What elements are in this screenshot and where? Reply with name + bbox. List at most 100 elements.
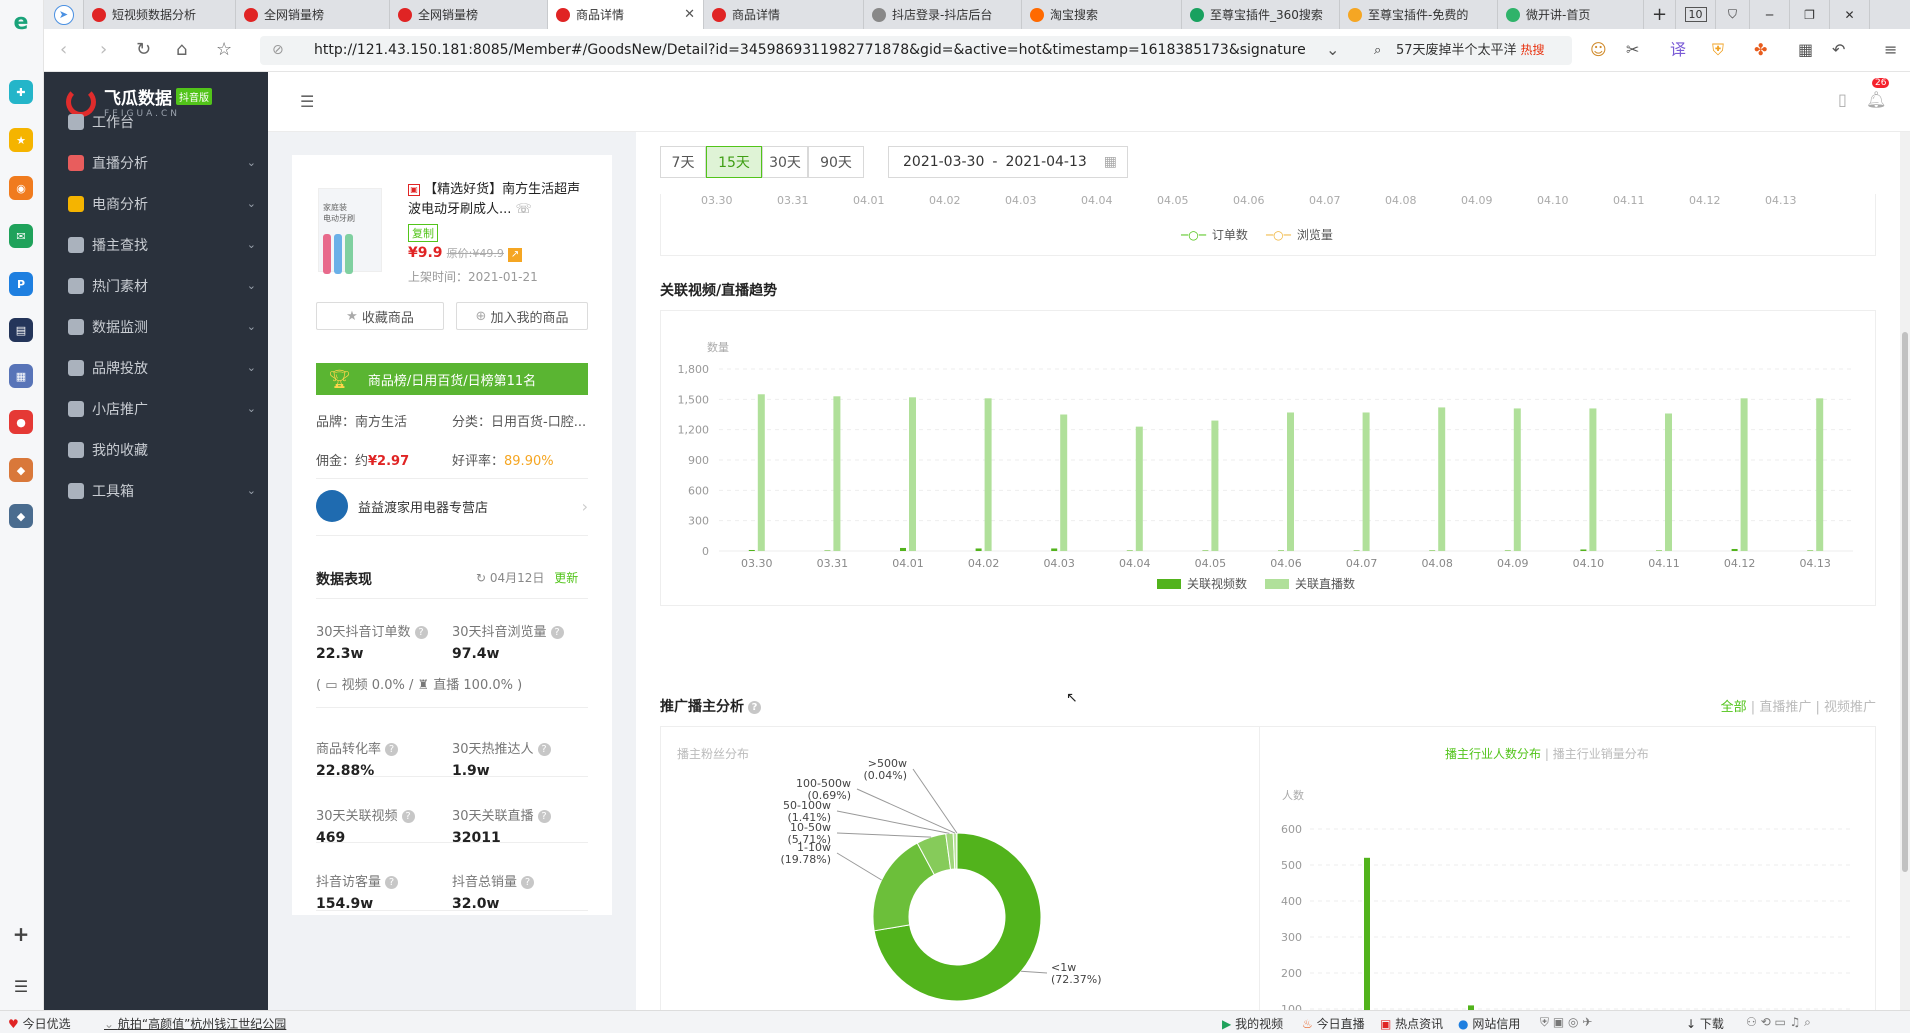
nav-item-9[interactable]: 工具箱 ⌄ xyxy=(44,471,268,511)
bell-icon[interactable]: 🔔︎ xyxy=(1866,90,1886,109)
shop-row[interactable]: 益益渡家用电器专营店 › xyxy=(316,487,588,525)
tab-8[interactable]: 至尊宝插件-免费的 xyxy=(1340,0,1498,29)
nav-item-5[interactable]: 数据监测 ⌄ xyxy=(44,307,268,347)
tab-0[interactable]: 短视频数据分析 xyxy=(84,0,236,29)
url-input[interactable]: ⊘ http://121.43.150.181:8085/Member#/Goo… xyxy=(260,36,1397,65)
avatar-icon[interactable]: ☺ xyxy=(1590,41,1607,59)
ext-doc-icon[interactable]: ▦ xyxy=(9,364,33,388)
rank-banner[interactable]: 🏆︎ 商品榜/日用百货/日榜第11名 xyxy=(316,363,588,395)
translate-icon[interactable]: 译 xyxy=(1670,41,1686,59)
nav-item-2[interactable]: 电商分析 ⌄ xyxy=(44,184,268,224)
add-my-product-button[interactable]: ⊕ 加入我的商品 xyxy=(456,302,588,330)
status-download[interactable]: ↓ 下载 xyxy=(1686,1015,1724,1032)
today-pick[interactable]: ♥ 今日优选 xyxy=(8,1015,71,1032)
search-input[interactable]: ⌕ 57天废掉半个太平洋 热搜 xyxy=(1366,36,1572,65)
new-tab-button[interactable]: + xyxy=(1644,0,1676,29)
filter-live[interactable]: 直播推广 xyxy=(1759,700,1811,715)
menu-icon[interactable]: ≡ xyxy=(1884,41,1897,59)
help-icon[interactable]: ? xyxy=(748,700,761,714)
dropdown-icon[interactable]: ⌄ xyxy=(1326,41,1339,59)
forward-icon[interactable]: › xyxy=(100,41,107,59)
range-3[interactable]: 90天 xyxy=(808,146,864,178)
status-more-icon[interactable]: ⚇ ⟲ ▭ ♫ ⌕ xyxy=(1746,1015,1811,1030)
close-window-button[interactable]: ✕ xyxy=(1830,0,1870,29)
help-icon[interactable]: ? xyxy=(521,876,535,889)
help-icon[interactable]: ? xyxy=(414,626,428,639)
grid-icon[interactable]: ▦ xyxy=(1798,41,1813,59)
nav-item-6[interactable]: 品牌投放 ⌄ xyxy=(44,348,268,388)
tab-count-badge[interactable]: 10 xyxy=(1676,0,1716,29)
collapse-menu-icon[interactable]: ☰ xyxy=(300,92,314,111)
bookmark-star-icon[interactable]: ☆ xyxy=(216,41,232,59)
nav-item-0[interactable]: 工作台 xyxy=(44,102,268,142)
minimize-button[interactable]: ─ xyxy=(1750,0,1790,29)
ext-mail-icon[interactable]: ✉ xyxy=(9,224,33,248)
scrollbar-thumb[interactable] xyxy=(1902,332,1908,872)
page-scrollbar[interactable] xyxy=(1900,132,1910,1010)
nav-item-3[interactable]: 播主查找 ⌄ xyxy=(44,225,268,265)
status-tools-icon[interactable]: ⛨ ▣ ◎ ✈ xyxy=(1540,1015,1592,1030)
tab-5[interactable]: 抖店登录-抖店后台 xyxy=(864,0,1022,29)
trend-icon[interactable]: ↗ xyxy=(508,248,523,262)
live-text: 今日直播 xyxy=(1316,1017,1365,1031)
date-range-picker[interactable]: 2021-03-30 - 2021-04-13 ▦ xyxy=(888,146,1128,178)
help-icon[interactable]: ? xyxy=(550,626,564,639)
range-0[interactable]: 7天 xyxy=(660,146,706,178)
filter-video[interactable]: 视频推广 xyxy=(1824,700,1876,715)
copy-button[interactable]: 复制 xyxy=(408,224,438,242)
mobile-icon[interactable]: ▯ xyxy=(1838,90,1847,109)
collect-button[interactable]: ★ 收藏商品 xyxy=(316,302,444,330)
eye-icon[interactable]: ☏ xyxy=(516,202,532,217)
product-thumbnail[interactable]: 家庭装 电动牙刷 xyxy=(318,188,382,274)
back-icon[interactable]: ‹ xyxy=(60,41,67,59)
help-icon[interactable]: ? xyxy=(385,876,399,889)
status-my-video[interactable]: ▶ 我的视频 xyxy=(1222,1015,1283,1032)
help-icon[interactable]: ? xyxy=(385,743,399,756)
status-live[interactable]: ♨ 今日直播 xyxy=(1302,1015,1365,1032)
nav-item-7[interactable]: 小店推广 ⌄ xyxy=(44,389,268,429)
news-ticker[interactable]: ⌄ 航拍“高颜值”杭州钱江世纪公园 xyxy=(104,1015,286,1032)
nav-item-8[interactable]: 我的收藏 xyxy=(44,430,268,470)
list-icon[interactable]: ☰ xyxy=(9,974,33,998)
reload-icon[interactable]: ↻ xyxy=(136,41,151,59)
undo-icon[interactable]: ↶ xyxy=(1832,41,1845,59)
ext-p-icon[interactable]: P xyxy=(9,272,33,296)
help-icon[interactable]: ? xyxy=(537,743,551,756)
shield-icon[interactable]: ⛨ xyxy=(1712,41,1724,59)
tab-2[interactable]: 全网销量榜 xyxy=(390,0,548,29)
tab-7[interactable]: 至尊宝插件_360搜索 xyxy=(1182,0,1340,29)
nav-item-1[interactable]: 直播分析 ⌄ xyxy=(44,143,268,183)
restore-button[interactable]: ❐ xyxy=(1790,0,1830,29)
brand-value[interactable]: 南方生活 xyxy=(355,415,407,430)
status-credit[interactable]: ● 网站信用 xyxy=(1458,1015,1520,1032)
game-icon[interactable]: ✤ xyxy=(1754,41,1767,59)
ext-game2-icon[interactable]: ◆ xyxy=(9,504,33,528)
ext-game-icon[interactable]: ◆ xyxy=(9,458,33,482)
ext-star-icon[interactable]: ★ xyxy=(9,128,33,152)
home-icon[interactable]: ⌂ xyxy=(176,41,187,59)
tab-1[interactable]: 全网销量榜 xyxy=(236,0,390,29)
ext-red-icon[interactable]: ● xyxy=(9,410,33,434)
help-icon[interactable]: ? xyxy=(537,810,551,823)
status-hot-news[interactable]: ▣ 热点资讯 xyxy=(1380,1015,1443,1032)
tab-6[interactable]: 淘宝搜索 xyxy=(1022,0,1182,29)
nav-item-4[interactable]: 热门素材 ⌄ xyxy=(44,266,268,306)
ext-weibo-icon[interactable]: ◉ xyxy=(9,176,33,200)
filter-all[interactable]: 全部 xyxy=(1721,700,1747,715)
search-text: 57天废掉半个太平洋 xyxy=(1396,43,1517,58)
tab-4[interactable]: 商品详情 xyxy=(704,0,864,29)
ext-plus-icon[interactable]: ✚ xyxy=(9,80,33,104)
close-tab-icon[interactable]: ✕ xyxy=(684,7,695,22)
tshirt-icon[interactable]: ⛉ xyxy=(1716,0,1750,29)
range-2[interactable]: 30天 xyxy=(762,146,808,178)
nav-circle-icon[interactable]: ➤ xyxy=(44,0,84,29)
update-link[interactable]: 更新 xyxy=(554,571,578,585)
tab-3[interactable]: 商品详情 ✕ xyxy=(548,0,704,29)
tab-9[interactable]: 微开讲-首页 xyxy=(1498,0,1644,29)
add-extension-icon[interactable]: + xyxy=(9,922,33,946)
range-1[interactable]: 15天 xyxy=(706,146,762,178)
ie-logo-icon[interactable]: e xyxy=(9,10,33,35)
scissors-icon[interactable]: ✂ xyxy=(1626,41,1639,59)
help-icon[interactable]: ? xyxy=(401,810,415,823)
ext-news-icon[interactable]: ▤ xyxy=(9,318,33,342)
